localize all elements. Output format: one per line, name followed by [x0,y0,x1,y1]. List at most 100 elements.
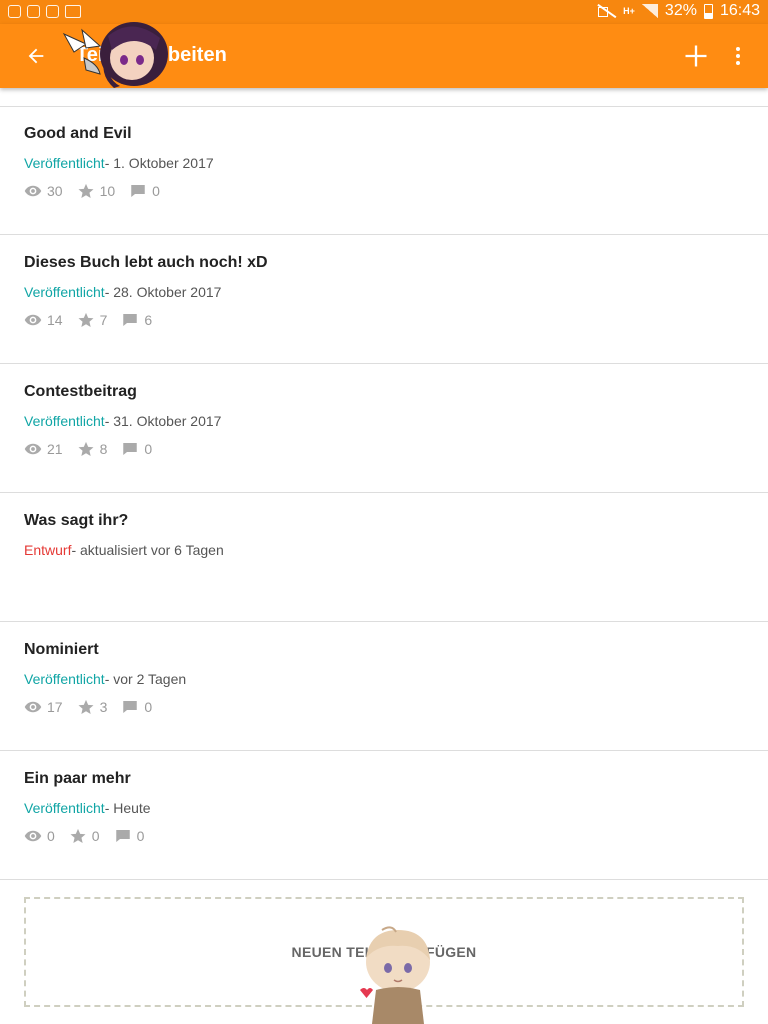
comments-stat: 0 [129,182,160,200]
part-status-line: Veröffentlicht- 1. Oktober 2017 [24,155,214,171]
part-status-line: Veröffentlicht- vor 2 Tagen [24,671,186,687]
part-status-line: Veröffentlicht- 28. Oktober 2017 [24,284,221,300]
views-count: 14 [47,312,63,328]
views-stat: 21 [24,440,63,458]
votes-stat: 8 [77,440,108,458]
votes-stat: 7 [77,311,108,329]
anime-sticker-image [62,22,168,88]
views-count: 0 [47,828,55,844]
battery-charging-icon [703,3,713,19]
comment-icon [123,701,138,713]
parts-list: Good and Evil Veröffentlicht- 1. Oktober… [0,106,768,880]
part-status-label: Veröffentlicht [24,671,105,687]
views-stat: 14 [24,311,63,329]
part-list-item[interactable]: Ein paar mehr Veröffentlicht- Heute 0 0 … [0,751,768,880]
comments-count: 6 [144,312,153,328]
votes-stat: 3 [77,698,108,716]
part-stats: 30 10 0 [24,182,174,200]
clock: 16:43 [719,2,760,19]
star-icon [78,441,94,457]
eye-icon [24,185,42,197]
plus-icon [685,45,707,67]
views-stat: 30 [24,182,63,200]
instagram-notification-icon [27,5,40,18]
votes-stat: 10 [77,182,116,200]
battery-percent: 32% [664,2,697,19]
part-stats: 17 3 0 [24,698,166,716]
views-stat: 17 [24,698,63,716]
comment-icon [115,830,130,842]
mute-icon [596,4,616,18]
signal-icon [641,4,658,18]
part-status-line: Veröffentlicht- 31. Oktober 2017 [24,413,221,429]
eye-icon [24,701,42,713]
part-title: Good and Evil [24,125,132,142]
comments-stat: 0 [114,827,145,845]
eye-icon [24,830,42,842]
comment-icon [123,443,138,455]
star-icon [70,828,86,844]
votes-count: 3 [99,699,108,715]
network-type-label: H+ [623,5,635,16]
part-status-line: Veröffentlicht- Heute [24,800,151,816]
comment-icon [131,185,145,197]
part-list-item[interactable]: Nominiert Veröffentlicht- vor 2 Tagen 17… [0,622,768,751]
part-stats: 14 7 6 [24,311,166,329]
part-date: - vor 2 Tagen [104,671,187,687]
views-count: 17 [47,699,63,715]
system-indicators: H+ 32% 16:43 [596,2,760,20]
views-stat: 0 [24,827,55,845]
eye-icon [24,443,42,455]
more-options-button[interactable] [724,38,752,74]
arrow-back-icon [28,48,44,64]
part-status-line: Entwurf- aktualisiert vor 6 Tagen [24,542,224,558]
part-list-item[interactable]: Contestbeitrag Veröffentlicht- 31. Oktob… [0,364,768,493]
part-title: Was sagt ihr? [24,512,129,529]
part-title: Dieses Buch lebt auch noch! xD [24,254,268,271]
votes-count: 0 [91,828,100,844]
part-list-item[interactable]: Dieses Buch lebt auch noch! xD Veröffent… [0,235,768,364]
back-button[interactable] [18,40,54,72]
votes-count: 7 [99,312,108,328]
part-date: - aktualisiert vor 6 Tagen [71,542,224,558]
part-date: - 31. Oktober 2017 [104,413,222,429]
eye-icon [24,314,42,326]
part-stats: 0 0 0 [24,827,158,845]
chibi-sticker-image [360,926,430,1024]
part-date: - 28. Oktober 2017 [104,284,222,300]
comments-stat: 6 [121,311,152,329]
votes-count: 10 [99,183,116,199]
part-status-label: Veröffentlicht [24,413,105,429]
comments-count: 0 [136,828,145,844]
part-title: Ein paar mehr [24,770,131,787]
instagram-notification-icon [8,5,21,18]
part-status-label: Veröffentlicht [24,155,105,171]
part-status-label: Veröffentlicht [24,284,105,300]
comments-count: 0 [144,441,153,457]
votes-count: 8 [99,441,108,457]
star-icon [78,312,94,328]
more-vert-icon [736,47,740,65]
part-list-item[interactable]: Was sagt ihr? Entwurf- aktualisiert vor … [0,493,768,622]
comments-count: 0 [144,699,153,715]
part-date: - Heute [104,800,151,816]
part-title: Nominiert [24,641,99,658]
part-status-label: Veröffentlicht [24,800,105,816]
part-date: - 1. Oktober 2017 [104,155,214,171]
part-stats: 21 8 0 [24,440,166,458]
votes-stat: 0 [69,827,100,845]
views-count: 30 [47,183,63,199]
part-status-label: Entwurf [24,542,72,558]
views-count: 21 [47,441,63,457]
app-bar: Teile bearbeiten [0,22,768,88]
comment-icon [123,314,138,326]
part-title: Contestbeitrag [24,383,137,400]
comments-stat: 0 [121,440,152,458]
add-part-button[interactable] [676,38,716,74]
star-icon [78,183,94,199]
instagram-notification-icon [46,5,59,18]
part-list-item[interactable]: Good and Evil Veröffentlicht- 1. Oktober… [0,106,768,235]
star-icon [78,699,94,715]
comments-count: 0 [152,183,160,199]
comments-stat: 0 [121,698,152,716]
